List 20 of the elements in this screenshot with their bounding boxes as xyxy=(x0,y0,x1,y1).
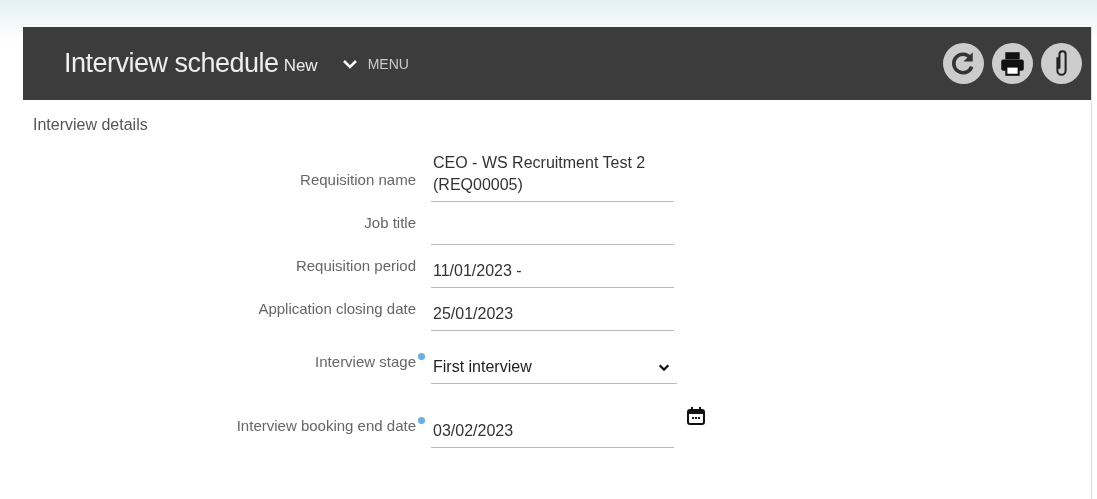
refresh-icon[interactable] xyxy=(943,43,984,84)
date-field[interactable]: 03/02/2023 xyxy=(431,420,674,448)
paperclip-icon[interactable] xyxy=(1041,43,1082,84)
text-field[interactable]: 25/01/2023 xyxy=(431,303,674,331)
field-label: Interview stage xyxy=(315,353,416,370)
field-label: Interview booking end date xyxy=(236,417,416,434)
page-title: Interview schedule xyxy=(64,48,279,79)
status-label: New xyxy=(283,56,318,76)
dropdown[interactable]: First interview xyxy=(431,356,677,384)
calendar-icon[interactable] xyxy=(686,406,706,426)
text-field[interactable]: CEO - WS Recruitment Test 2 (REQ00005) xyxy=(431,152,674,202)
menu-button[interactable]: MENU xyxy=(367,55,409,72)
field-label: Requisition name xyxy=(300,171,416,188)
text-field[interactable]: 11/01/2023 - xyxy=(431,260,674,288)
print-icon[interactable] xyxy=(992,43,1033,84)
dropdown-value: First interview xyxy=(433,357,532,377)
field-label: Job title xyxy=(364,214,416,231)
section-title: Interview details xyxy=(32,115,149,134)
field-label: Application closing date xyxy=(258,300,416,317)
field-label: Requisition period xyxy=(295,257,416,274)
